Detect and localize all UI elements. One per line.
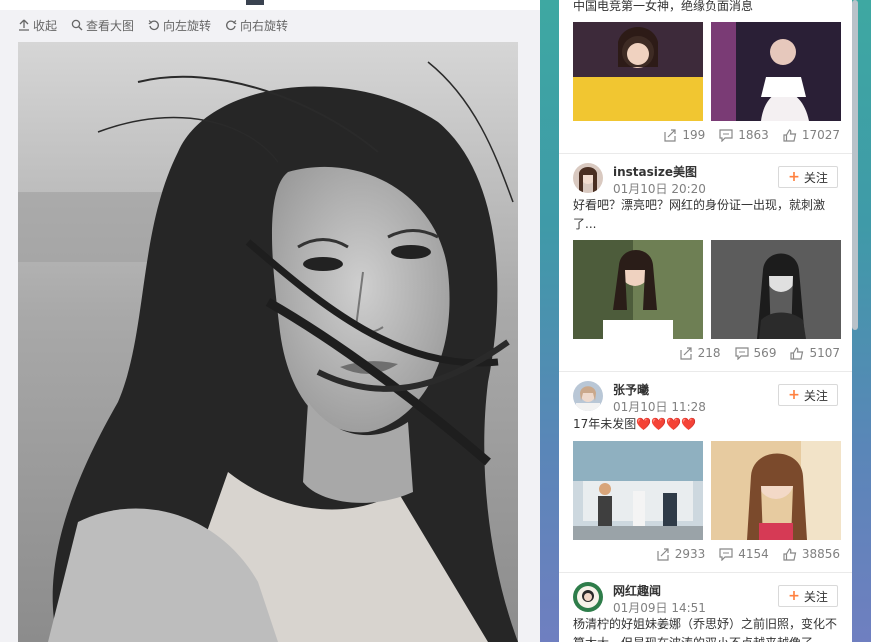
repost-count: 2933 bbox=[674, 547, 706, 561]
repost-count: 199 bbox=[682, 128, 706, 142]
repost-icon bbox=[657, 547, 669, 561]
post-image[interactable] bbox=[711, 22, 841, 121]
like-count: 17027 bbox=[801, 128, 840, 142]
comment-icon bbox=[719, 128, 733, 142]
rotate-left-button[interactable]: 向左旋转 bbox=[148, 17, 211, 34]
image-viewer: 收起 查看大图 向左旋转 向右旋转 bbox=[0, 0, 540, 642]
avatar[interactable] bbox=[573, 381, 603, 411]
like-count: 5107 bbox=[809, 346, 840, 360]
feed-card: 中国电竞第一女神，绝缘负面消息 199 1863 17027 bbox=[559, 0, 852, 154]
rotate-right-button[interactable]: 向右旋转 bbox=[225, 17, 288, 34]
repost-button[interactable]: 199 bbox=[663, 128, 705, 142]
post-header: instasize美图 01月10日 20:20 + 关注 bbox=[573, 163, 838, 197]
arrow-up-icon bbox=[19, 19, 29, 31]
username[interactable]: 网红趣闻 bbox=[613, 582, 661, 599]
feed-card: instasize美图 01月10日 20:20 + 关注 好看吧？漂亮吧？网红… bbox=[559, 153, 852, 372]
post-stats: 199 1863 17027 bbox=[649, 128, 840, 142]
view-large-button[interactable]: 查看大图 bbox=[71, 17, 134, 34]
viewer-toolbar: 收起 查看大图 向左旋转 向右旋转 bbox=[18, 14, 302, 36]
username[interactable]: instasize美图 bbox=[613, 163, 697, 180]
post-text: 好看吧？漂亮吧？网红的身份证一出现，就刺激了... bbox=[573, 198, 826, 231]
post-image[interactable] bbox=[711, 240, 841, 339]
plus-icon: + bbox=[788, 387, 800, 403]
follow-button[interactable]: + 关注 bbox=[778, 384, 838, 406]
feed-scrollbar[interactable] bbox=[852, 0, 858, 330]
post-text: 杨清柠的好姐妹姜娜（乔思妤）之前旧照，变化不算太大，但是现在波涛的双小不点越来越… bbox=[573, 617, 838, 642]
comment-button[interactable]: 1863 bbox=[719, 128, 769, 142]
comment-count: 4154 bbox=[738, 547, 769, 561]
collapse-label: 收起 bbox=[33, 18, 58, 33]
follow-label: 关注 bbox=[803, 388, 828, 403]
plus-icon: + bbox=[788, 169, 800, 185]
avatar[interactable] bbox=[573, 163, 603, 193]
plus-icon: + bbox=[788, 588, 800, 604]
repost-button[interactable]: 218 bbox=[679, 346, 721, 360]
thumbnail[interactable] bbox=[246, 0, 264, 5]
like-button[interactable]: 17027 bbox=[783, 128, 840, 142]
post-images bbox=[573, 441, 841, 540]
like-count: 38856 bbox=[801, 547, 840, 561]
post-text: 中国电竞第一女神，绝缘负面消息 bbox=[573, 0, 754, 13]
repost-icon bbox=[680, 346, 692, 360]
rotate-left-icon bbox=[148, 20, 159, 31]
rotate-right-label: 向右旋转 bbox=[240, 18, 289, 33]
rotate-right-icon bbox=[226, 20, 237, 31]
like-button[interactable]: 5107 bbox=[790, 346, 840, 360]
thumbnail-strip bbox=[0, 0, 540, 10]
avatar[interactable] bbox=[573, 582, 603, 612]
follow-button[interactable]: + 关注 bbox=[778, 585, 838, 607]
post-images bbox=[573, 22, 841, 121]
post-text: 17年未发图❤️❤️❤️❤️ bbox=[573, 417, 697, 431]
repost-count: 218 bbox=[697, 346, 721, 360]
post-images bbox=[573, 240, 841, 339]
comment-icon bbox=[719, 547, 733, 561]
feed-card: 张予曦 01月10日 11:28 + 关注 17年未发图❤️❤️❤️❤️ 293… bbox=[559, 371, 852, 573]
thumbs-up-icon bbox=[783, 128, 797, 142]
comment-count: 569 bbox=[753, 346, 777, 360]
feed-card: 网红趣闻 01月09日 14:51 + 关注 杨清柠的好姐妹姜娜（乔思妤）之前旧… bbox=[559, 572, 852, 642]
post-image[interactable] bbox=[711, 441, 841, 540]
thumbs-up-icon bbox=[790, 346, 804, 360]
post-time[interactable]: 01月10日 20:20 bbox=[613, 180, 706, 197]
follow-button[interactable]: + 关注 bbox=[778, 166, 838, 188]
follow-label: 关注 bbox=[803, 589, 828, 604]
post-image[interactable] bbox=[573, 240, 703, 339]
comment-count: 1863 bbox=[738, 128, 769, 142]
post-stats: 218 569 5107 bbox=[665, 346, 840, 360]
follow-label: 关注 bbox=[803, 170, 828, 185]
rotate-left-label: 向左旋转 bbox=[163, 18, 212, 33]
post-image[interactable] bbox=[573, 441, 703, 540]
post-stats: 2933 4154 38856 bbox=[642, 547, 840, 561]
thumbs-up-icon bbox=[783, 547, 797, 561]
post-time[interactable]: 01月09日 14:51 bbox=[613, 599, 706, 616]
comment-icon bbox=[734, 346, 749, 360]
repost-button[interactable]: 2933 bbox=[656, 547, 706, 561]
repost-icon bbox=[664, 128, 676, 142]
post-header: 张予曦 01月10日 11:28 + 关注 bbox=[573, 381, 838, 415]
like-button[interactable]: 38856 bbox=[783, 547, 840, 561]
main-photo[interactable] bbox=[18, 42, 518, 642]
comment-button[interactable]: 4154 bbox=[719, 547, 769, 561]
post-time[interactable]: 01月10日 11:28 bbox=[613, 398, 706, 415]
post-header: 网红趣闻 01月09日 14:51 + 关注 bbox=[573, 582, 838, 616]
post-image[interactable] bbox=[573, 22, 703, 121]
collapse-button[interactable]: 收起 bbox=[18, 17, 57, 34]
recommended-feed: 中国电竞第一女神，绝缘负面消息 199 1863 17027 instasize… bbox=[559, 0, 852, 642]
view-large-label: 查看大图 bbox=[86, 18, 135, 33]
username[interactable]: 张予曦 bbox=[613, 381, 649, 398]
magnifier-icon bbox=[71, 19, 83, 31]
comment-button[interactable]: 569 bbox=[734, 346, 777, 360]
